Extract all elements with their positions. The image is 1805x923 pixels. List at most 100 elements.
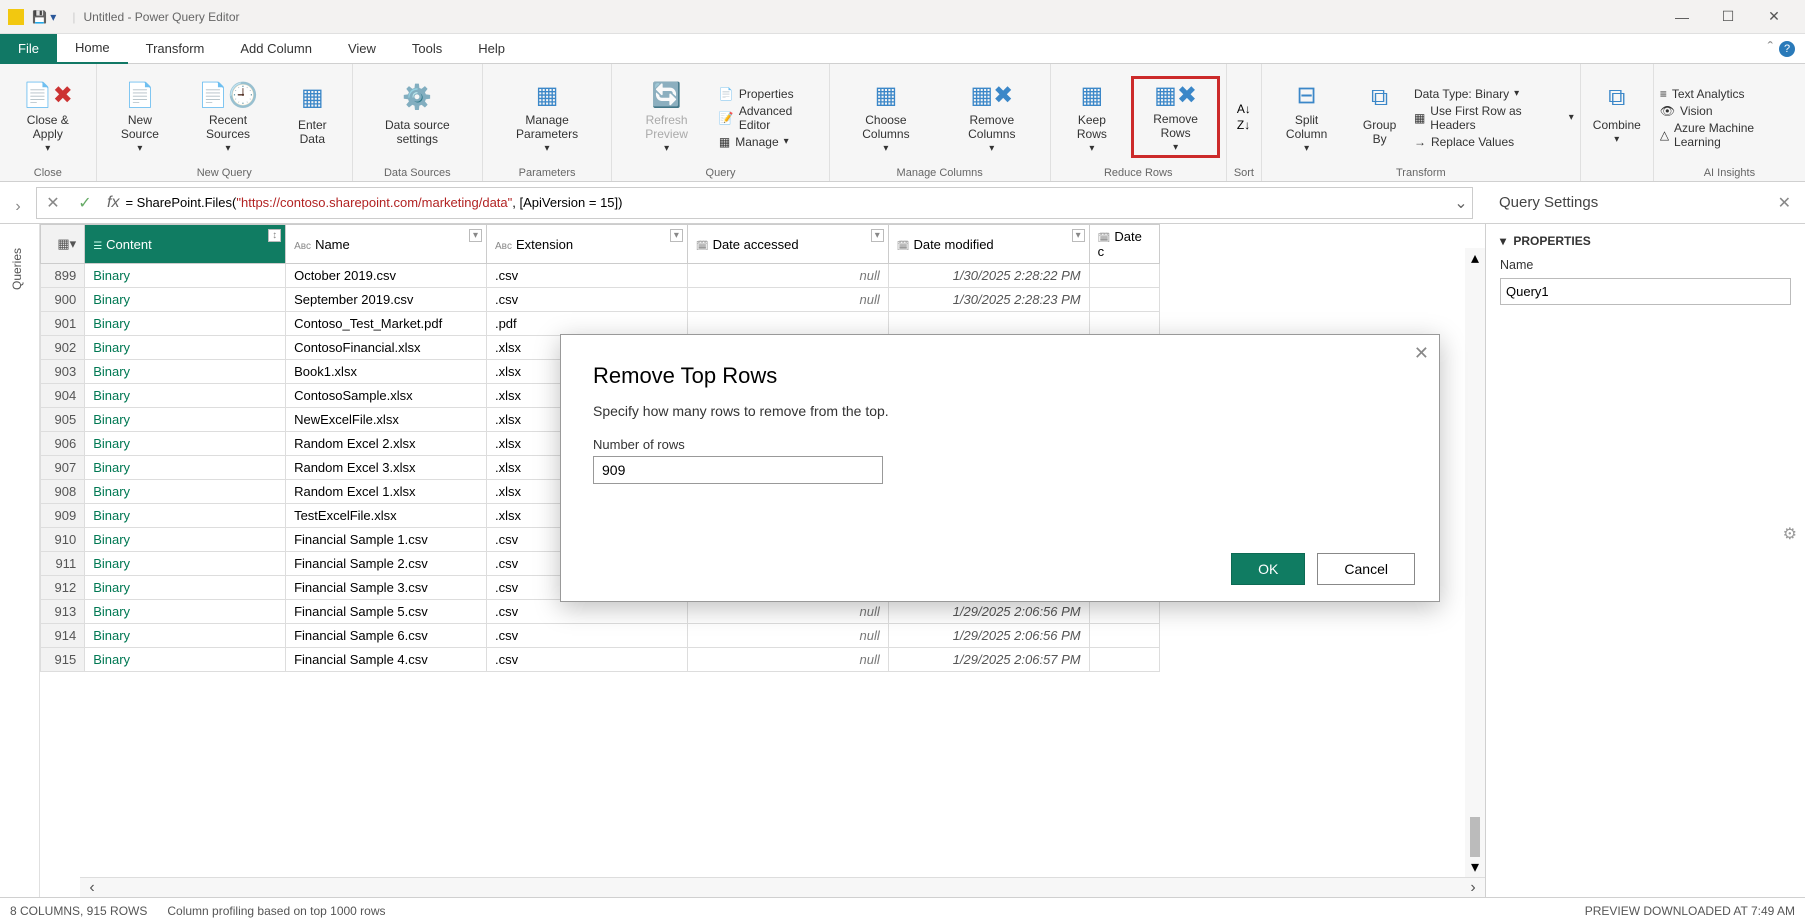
- advanced-editor-button[interactable]: 📝Advanced Editor: [719, 104, 823, 132]
- table-row[interactable]: 901BinaryContoso_Test_Market.pdf.pdf: [41, 312, 1160, 336]
- cell-content[interactable]: Binary: [85, 384, 286, 408]
- cell-content[interactable]: Binary: [85, 408, 286, 432]
- enter-data-button[interactable]: ▦Enter Data: [279, 76, 346, 158]
- cell-content[interactable]: Binary: [85, 528, 286, 552]
- table-row[interactable]: 913BinaryFinancial Sample 5.csv.csvnull1…: [41, 600, 1160, 624]
- scroll-down-icon[interactable]: ▾: [1471, 857, 1479, 877]
- filter-dropdown-icon[interactable]: ▾: [1072, 229, 1085, 242]
- formula-bar[interactable]: ✕ ✓ fx = SharePoint.Files("https://conto…: [36, 187, 1473, 219]
- tab-home[interactable]: Home: [57, 34, 128, 64]
- settings-gear-icon[interactable]: ⚙: [1783, 524, 1797, 544]
- row-number-header[interactable]: ▦▾: [41, 225, 85, 264]
- cell-content[interactable]: Binary: [85, 480, 286, 504]
- collapse-ribbon-icon[interactable]: ˆ: [1768, 40, 1773, 58]
- queries-expand-icon[interactable]: ›: [15, 198, 20, 216]
- horizontal-scrollbar[interactable]: ‹ ›: [80, 877, 1485, 897]
- formula-cancel-icon[interactable]: ✕: [37, 193, 69, 213]
- remove-columns-button[interactable]: ▦✖Remove Columns: [940, 76, 1043, 158]
- cell-content[interactable]: Binary: [85, 312, 286, 336]
- scroll-right-icon[interactable]: ›: [1461, 879, 1485, 897]
- table-row[interactable]: 914BinaryFinancial Sample 6.csv.csvnull1…: [41, 624, 1160, 648]
- row-number: 904: [41, 384, 85, 408]
- cell-content[interactable]: Binary: [85, 264, 286, 288]
- text-analytics-button[interactable]: ≡Text Analytics: [1660, 87, 1745, 101]
- cell-content[interactable]: Binary: [85, 336, 286, 360]
- sort-asc-icon[interactable]: A↓: [1237, 102, 1251, 116]
- cell-content[interactable]: Binary: [85, 456, 286, 480]
- group-by-button[interactable]: ⧉Group By: [1349, 76, 1410, 158]
- column-header-date-modified[interactable]: 🗓Date modified▾: [888, 225, 1089, 264]
- help-icon[interactable]: ?: [1779, 41, 1795, 57]
- file-menu[interactable]: File: [0, 34, 57, 64]
- azure-ml-button[interactable]: △Azure Machine Learning: [1660, 121, 1799, 149]
- table-row[interactable]: 915BinaryFinancial Sample 4.csv.csvnull1…: [41, 648, 1160, 672]
- cancel-button[interactable]: Cancel: [1317, 553, 1415, 585]
- column-header-extension[interactable]: AʙcExtension▾: [486, 225, 687, 264]
- tab-tools[interactable]: Tools: [394, 34, 460, 64]
- tab-transform[interactable]: Transform: [128, 34, 223, 64]
- column-header-name[interactable]: AʙcName▾: [286, 225, 487, 264]
- formula-expand-icon[interactable]: ⌄: [1450, 193, 1472, 213]
- ok-button[interactable]: OK: [1231, 553, 1305, 585]
- cell-content[interactable]: Binary: [85, 432, 286, 456]
- new-source-button[interactable]: 📄New Source: [103, 76, 178, 158]
- vision-button[interactable]: 👁Vision: [1660, 104, 1713, 118]
- query-name-input[interactable]: [1500, 278, 1791, 305]
- cell-content[interactable]: Binary: [85, 600, 286, 624]
- data-type-selector[interactable]: Data Type: Binary: [1414, 87, 1519, 101]
- cell-content[interactable]: Binary: [85, 648, 286, 672]
- cell-content[interactable]: Binary: [85, 576, 286, 600]
- row-number: 900: [41, 288, 85, 312]
- query-settings-close-icon[interactable]: ✕: [1778, 193, 1791, 213]
- tab-help[interactable]: Help: [460, 34, 523, 64]
- cell-content[interactable]: Binary: [85, 624, 286, 648]
- expand-icon[interactable]: ↕: [268, 229, 281, 242]
- cell-content[interactable]: Binary: [85, 360, 286, 384]
- dialog-close-icon[interactable]: ✕: [1414, 343, 1429, 364]
- split-column-button[interactable]: ⊟Split Column: [1268, 76, 1345, 158]
- cell-content[interactable]: Binary: [85, 552, 286, 576]
- cell-content[interactable]: Binary: [85, 504, 286, 528]
- replace-values-button[interactable]: →Replace Values: [1414, 135, 1514, 149]
- combine-button[interactable]: ⧉Combine: [1587, 76, 1647, 158]
- number-of-rows-input[interactable]: [593, 456, 883, 484]
- filter-dropdown-icon[interactable]: ▾: [871, 229, 884, 242]
- column-header-date-accessed[interactable]: 🗓Date accessed▾: [687, 225, 888, 264]
- recent-sources-button[interactable]: 📄🕘Recent Sources: [181, 76, 275, 158]
- save-icon[interactable]: 💾 ▾: [32, 10, 56, 24]
- filter-dropdown-icon[interactable]: ▾: [670, 229, 683, 242]
- filter-dropdown-icon[interactable]: ▾: [469, 229, 482, 242]
- first-row-headers-button[interactable]: ▦Use First Row as Headers: [1414, 104, 1574, 132]
- refresh-preview-button[interactable]: 🔄Refresh Preview: [618, 76, 715, 158]
- formula-text[interactable]: = SharePoint.Files("https://contoso.shar…: [125, 195, 1450, 211]
- manage-parameters-button[interactable]: ▦Manage Parameters: [489, 76, 605, 158]
- properties-button[interactable]: 📄Properties: [719, 87, 794, 101]
- cell-name: Random Excel 2.xlsx: [286, 432, 487, 456]
- tab-view[interactable]: View: [330, 34, 394, 64]
- cell-name: September 2019.csv: [286, 288, 487, 312]
- choose-columns-button[interactable]: ▦Choose Columns: [836, 76, 936, 158]
- close-window-button[interactable]: ✕: [1751, 8, 1797, 25]
- queries-pane-collapsed[interactable]: [0, 224, 40, 897]
- keep-rows-button[interactable]: ▦Keep Rows: [1057, 76, 1128, 158]
- scroll-up-icon[interactable]: ▴: [1471, 248, 1479, 268]
- scroll-left-icon[interactable]: ‹: [80, 879, 104, 897]
- properties-section-header[interactable]: ▾ PROPERTIES: [1500, 234, 1791, 248]
- minimize-button[interactable]: —: [1659, 9, 1705, 25]
- table-row[interactable]: 900BinarySeptember 2019.csv.csvnull1/30/…: [41, 288, 1160, 312]
- maximize-button[interactable]: ☐: [1705, 8, 1751, 25]
- sort-desc-icon[interactable]: Z↓: [1237, 118, 1251, 132]
- column-header-date-created[interactable]: 🗓Date c: [1089, 225, 1159, 264]
- remove-rows-button[interactable]: ▦✖Remove Rows: [1131, 76, 1220, 158]
- column-header-content[interactable]: ☰Content↕: [85, 225, 286, 264]
- table-row[interactable]: 899BinaryOctober 2019.csv.csvnull1/30/20…: [41, 264, 1160, 288]
- close-apply-button[interactable]: 📄✖Close & Apply: [6, 76, 90, 158]
- vertical-scrollbar[interactable]: ▴ ▾: [1465, 248, 1485, 877]
- formula-accept-icon[interactable]: ✓: [69, 193, 101, 213]
- cell-content[interactable]: Binary: [85, 288, 286, 312]
- scroll-thumb[interactable]: [1470, 817, 1480, 857]
- manage-query-button[interactable]: ▦Manage: [719, 135, 789, 149]
- cell-date-accessed: null: [687, 624, 888, 648]
- data-source-settings-button[interactable]: ⚙️Data source settings: [359, 76, 476, 158]
- tab-add-column[interactable]: Add Column: [222, 34, 330, 64]
